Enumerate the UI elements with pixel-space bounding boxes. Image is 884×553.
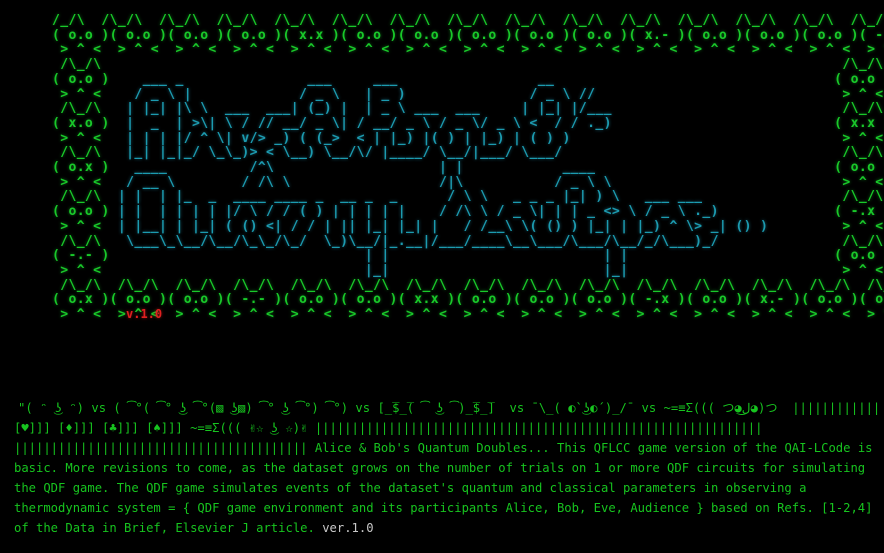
description-bars: |||||||||||||||||||||||||||||||||||||||| — [14, 441, 315, 455]
card-suits-line: [♥]]] [♦]]] [♣]]] [♠]]] ~=≡Σ((( ✌︎☆ ͜ʖ ☆… — [14, 421, 763, 435]
description-panel: "( ᵔ ͜ʖ ᵔ) vs ( ͡°( ͡° ͜ʖ ͡°(▧ ͜ʖ▧) ͡° ͜… — [14, 398, 880, 538]
version-suffix: ver.1.0 — [322, 521, 374, 535]
game-description: ||||||||||||||||||||||||||||||||||||||||… — [14, 438, 880, 538]
description-text: Alice & Bob's Quantum Doubles... This QF… — [14, 441, 873, 535]
title-ascii-art: ___ _ ___ ___ __ / _ \ | / _ \ | _ ) / _… — [117, 71, 769, 278]
emote-versus-line: "( ᵔ ͜ʖ ᵔ) vs ( ͡°( ͡° ͜ʖ ͡°(▧ ͜ʖ▧) ͡° ͜… — [18, 401, 880, 415]
version-label: v.1.0 — [126, 307, 163, 321]
